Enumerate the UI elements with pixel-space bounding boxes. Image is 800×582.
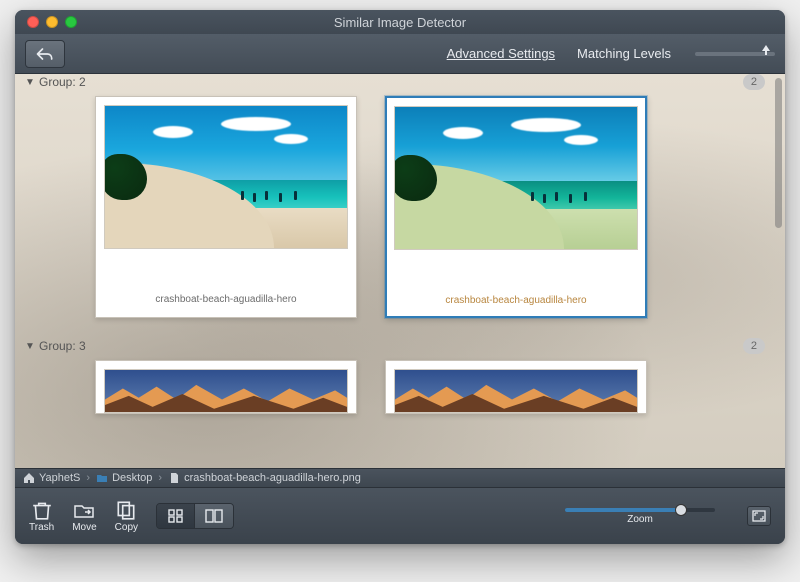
copy-label: Copy (115, 522, 138, 533)
move-icon (73, 500, 95, 520)
window-controls (15, 16, 77, 28)
back-button[interactable] (25, 40, 65, 68)
matching-level-slider[interactable] (695, 52, 775, 56)
titlebar: Similar Image Detector (15, 10, 785, 34)
matching-levels-link[interactable]: Matching Levels (573, 44, 675, 63)
app-window: Similar Image Detector Advanced Settings… (15, 10, 785, 544)
folder-icon (96, 472, 108, 484)
slider-knob[interactable] (675, 504, 687, 516)
move-button[interactable]: Move (72, 500, 96, 533)
group-header-3[interactable]: ▼ Group: 3 2 (15, 336, 773, 356)
image-thumbnail (104, 105, 348, 249)
group-label: Group: 3 (39, 339, 86, 353)
compare-view-button[interactable] (195, 504, 233, 528)
slider-marker-icon (761, 45, 771, 55)
copy-icon (115, 500, 137, 520)
vertical-scrollbar[interactable] (775, 78, 782, 228)
chevron-right-icon: › (158, 472, 162, 484)
zoom-label: Zoom (627, 514, 653, 525)
image-card[interactable] (95, 360, 357, 414)
home-icon (23, 472, 35, 484)
content-area: ▼ Group: 2 2 (15, 74, 785, 468)
image-card[interactable]: crashboat-beach-aguadilla-hero (95, 96, 357, 318)
group-count-badge: 2 (743, 338, 765, 354)
group-header-2[interactable]: ▼ Group: 2 2 (15, 74, 773, 92)
path-segment-file[interactable]: crashboat-beach-aguadilla-hero.png (184, 472, 361, 484)
zoom-window-button[interactable] (65, 16, 77, 28)
disclosure-triangle-icon[interactable]: ▼ (25, 341, 35, 352)
grid-icon (168, 509, 184, 523)
file-icon (168, 472, 180, 484)
zoom-control: Zoom (565, 508, 715, 525)
image-card-selected[interactable]: crashboat-beach-aguadilla-hero (385, 96, 647, 318)
disclosure-triangle-icon[interactable]: ▼ (25, 77, 35, 88)
trash-button[interactable]: Trash (29, 500, 54, 533)
path-segment-folder[interactable]: Desktop (112, 472, 152, 484)
trash-icon (31, 500, 53, 520)
fullscreen-button[interactable] (747, 506, 771, 526)
group-count-badge: 2 (743, 74, 765, 90)
back-arrow-icon (35, 46, 55, 62)
grid-view-button[interactable] (157, 504, 195, 528)
image-thumbnail (104, 369, 348, 413)
image-thumbnail (394, 106, 638, 250)
close-window-button[interactable] (27, 16, 39, 28)
chevron-right-icon: › (86, 472, 90, 484)
columns-icon (205, 509, 223, 523)
image-thumbnail (394, 369, 638, 413)
fullscreen-icon (752, 510, 766, 522)
group-label: Group: 2 (39, 75, 86, 89)
group-3-row (15, 356, 773, 414)
results-scroll[interactable]: ▼ Group: 2 2 (15, 74, 773, 468)
toolbar: Advanced Settings Matching Levels (15, 34, 785, 74)
image-caption: crashboat-beach-aguadilla-hero (445, 295, 586, 306)
group-2-row: crashboat-beach-aguadilla-hero (15, 92, 773, 336)
bottom-toolbar: Trash Move Copy Zoom (15, 488, 785, 544)
advanced-settings-link[interactable]: Advanced Settings (443, 44, 559, 63)
path-bar: YaphetS › Desktop › crashboat-beach-agua… (15, 468, 785, 488)
minimize-window-button[interactable] (46, 16, 58, 28)
copy-button[interactable]: Copy (115, 500, 138, 533)
view-mode-segmented (156, 503, 234, 529)
path-segment-user[interactable]: YaphetS (39, 472, 80, 484)
image-caption: crashboat-beach-aguadilla-hero (155, 294, 296, 305)
image-card[interactable] (385, 360, 647, 414)
move-label: Move (72, 522, 96, 533)
zoom-slider[interactable] (565, 508, 715, 512)
window-title: Similar Image Detector (15, 15, 785, 30)
trash-label: Trash (29, 522, 54, 533)
